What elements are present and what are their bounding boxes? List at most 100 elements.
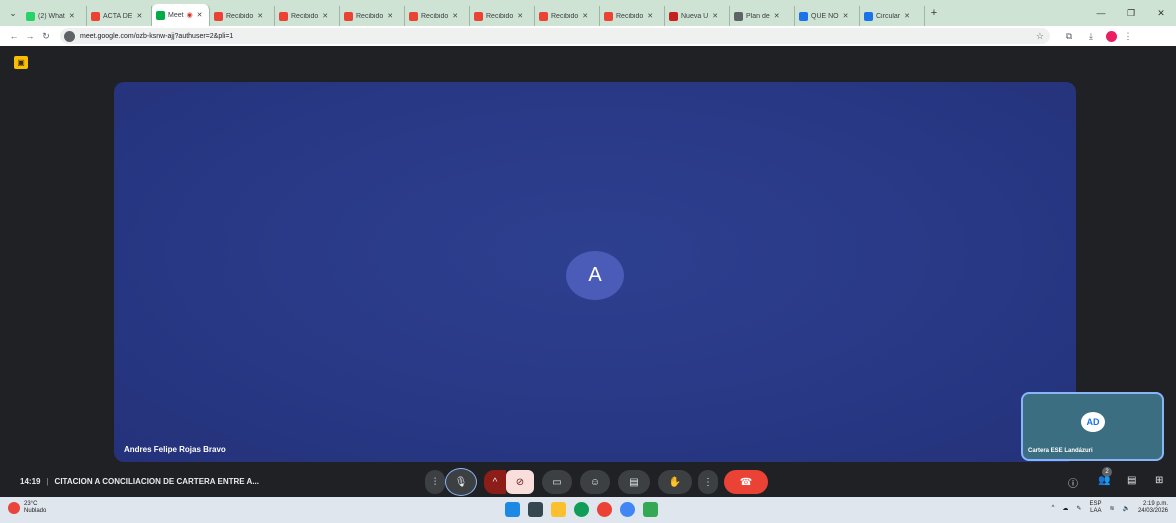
browser-tab[interactable]: Recibido ✕ [600,6,665,26]
windows-start-icon[interactable] [505,502,520,517]
activities-icon[interactable]: ⊞ [1155,475,1163,486]
tab-title: Circular [876,12,901,20]
reactions-button[interactable]: ☺ [580,470,610,494]
tab-favicon-icon [26,11,35,21]
restore-icon[interactable]: ❐ [1116,8,1146,19]
tab-favicon-icon [156,10,165,20]
tab-close-icon[interactable]: ✕ [774,12,780,20]
volume-icon[interactable]: 🔈 [1122,505,1129,512]
tab-favicon-icon [91,11,100,21]
browser-tab[interactable]: Recibido ✕ [275,6,340,26]
language-bottom: LAA [1090,508,1102,514]
tab-close-icon[interactable]: ✕ [69,12,75,20]
browser-tab-strip: ⌄ (2) What ✕ ACTA DE ✕ Meet ◉ ✕ Recibido ✕ Recibi… [0,0,1176,26]
microphone-button[interactable]: 🎙 [445,468,477,496]
file-explorer-icon[interactable] [551,502,566,517]
tab-close-icon[interactable]: ✕ [647,12,653,20]
chat-icon[interactable]: ▤ [1127,475,1136,486]
end-call-button[interactable]: ☎ [724,470,768,494]
tab-title: Meet [168,11,184,19]
tab-close-icon[interactable]: ✕ [582,12,588,20]
tab-title: Plan de [746,12,770,20]
edge-icon[interactable] [574,502,589,517]
address-bar-row: ← → ↻ meet.google.com/ozb-ksnw-ajj?authu… [0,26,1176,46]
tab-close-icon[interactable]: ✕ [197,11,203,19]
browser-tab[interactable]: Recibido ✕ [405,6,470,26]
tab-title: Recibido [226,12,254,20]
meeting-time: 14:19 [20,477,41,486]
wifi-icon[interactable]: ≋ [1109,505,1114,512]
bookmark-star-icon[interactable]: ☆ [1036,31,1044,42]
browser-tab[interactable]: ACTA DE ✕ [87,6,152,26]
site-info-icon[interactable] [64,30,75,42]
download-icon[interactable]: ⤓ [1080,31,1102,42]
browser-menu-icon[interactable]: ⋮ [1117,31,1139,42]
meeting-details-icon[interactable]: ⓘ [1068,475,1078,490]
recording-indicator-icon[interactable]: ▣ [14,56,28,69]
tab-close-icon[interactable]: ✕ [257,12,263,20]
minimize-icon[interactable]: — [1086,8,1116,18]
browser-tab[interactable]: Recibido ✕ [340,6,405,26]
extensions-icon[interactable]: ⧉ [1058,31,1080,42]
camera-options-chevron-icon[interactable]: ^ [484,470,506,494]
weather-icon [8,502,20,514]
taskbar-apps [505,502,666,517]
people-icon[interactable]: 👥 [1098,475,1110,486]
pen-icon[interactable]: ✎ [1076,505,1081,512]
tab-close-icon[interactable]: ✕ [387,12,393,20]
clock[interactable]: 2:19 p.m. 24/03/2026 [1138,501,1168,515]
app-icon[interactable] [643,502,658,517]
tab-close-icon[interactable]: ✕ [712,12,718,20]
tab-title: ACTA DE [103,12,133,20]
browser-tab[interactable]: Recibido ✕ [210,6,275,26]
tab-favicon-icon [214,11,223,21]
camera-off-button[interactable]: ⊘ [506,470,534,494]
tab-close-icon[interactable]: ✕ [843,12,849,20]
cloud-icon[interactable]: ☁ [1062,505,1068,512]
tab-title: Recibido [421,12,449,20]
meet-control-bar: 14:19 | CITACION A CONCILIACION DE CARTERA… [0,467,1176,497]
tab-title: (2) What [38,12,65,20]
new-tab-button[interactable]: + [925,7,943,19]
tab-favicon-icon [539,11,548,21]
audio-level-icon: ⫶ [425,470,445,494]
browser-tab[interactable]: Plan de ✕ [730,6,795,26]
tab-close-icon[interactable]: ✕ [136,12,142,20]
tab-close-icon[interactable]: ✕ [322,12,328,20]
tab-close-icon[interactable]: ✕ [517,12,523,20]
url-field[interactable]: meet.google.com/ozb-ksnw-ajj?authuser=2&… [60,28,1050,44]
close-window-icon[interactable]: ✕ [1146,8,1176,19]
more-options-icon[interactable]: ⋮ [698,470,718,494]
task-view-icon[interactable] [528,502,543,517]
browser-tab[interactable]: Recibido ✕ [470,6,535,26]
back-icon[interactable]: ← [6,31,22,41]
browser-tab[interactable]: Circular ✕ [860,6,925,26]
tab-close-icon[interactable]: ✕ [904,12,910,20]
browser-tab[interactable]: (2) What ✕ [22,6,87,26]
tab-search-icon[interactable]: ⌄ [4,4,22,22]
tab-favicon-icon [474,11,483,21]
raise-hand-button[interactable]: ✋ [658,470,692,494]
self-view-tile[interactable]: AD Cartera ESE Landázuri [1021,392,1164,461]
chrome-profile-icon[interactable] [620,502,635,517]
browser-tab[interactable]: Meet ◉ ✕ [152,4,210,26]
chrome-icon[interactable] [597,502,612,517]
participant-avatar: A [566,251,624,300]
reload-icon[interactable]: ↻ [38,31,54,42]
tab-close-icon[interactable]: ✕ [452,12,458,20]
forward-icon[interactable]: → [22,31,38,41]
tab-recording-icon: ◉ [186,12,193,19]
tray-chevron-icon[interactable]: ^ [1052,505,1055,511]
language-indicator[interactable]: ESP LAA [1089,501,1101,515]
present-screen-button[interactable]: ▤ [618,470,650,494]
tab-favicon-icon [409,11,418,21]
participant-name: Andres Felipe Rojas Bravo [124,445,226,454]
captions-button[interactable]: ▭ [542,470,572,494]
weather-widget[interactable]: 23°C Nublado [8,501,46,515]
meeting-title: CITACION A CONCILIACION DE CARTERA ENTRE… [54,477,259,486]
temperature: 23°C [24,501,38,507]
browser-tab[interactable]: QUE NO ✕ [795,6,860,26]
browser-tab[interactable]: Recibido ✕ [535,6,600,26]
profile-avatar[interactable] [1106,30,1117,42]
browser-tab[interactable]: Nueva U ✕ [665,6,730,26]
